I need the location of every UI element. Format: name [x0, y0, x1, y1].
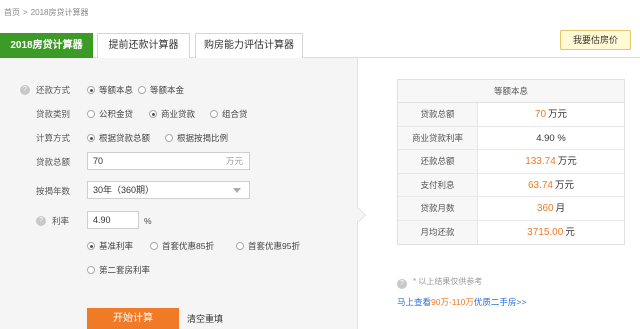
rate-option-first-95[interactable]: 首套优惠95折: [236, 238, 300, 254]
result-label: 还款总额: [398, 150, 478, 173]
breadcrumb-separator: >: [23, 8, 28, 17]
breadcrumb: 首页 >2018房贷计算器: [4, 7, 88, 18]
radio-icon: [165, 134, 173, 142]
calculator-tabs: 2018房贷计算器 提前还款计算器 购房能力评估计算器: [0, 33, 640, 58]
repayment-option-equal-principal[interactable]: 等额本金: [138, 82, 184, 98]
loan-type-option-commercial[interactable]: 商业贷款: [149, 106, 195, 122]
help-icon[interactable]: ?: [36, 216, 46, 226]
loan-years-select[interactable]: 30年（360期）: [87, 181, 250, 199]
result-label: 贷款月数: [398, 197, 478, 220]
rate-options-row-2: 第二套房利率: [0, 262, 358, 278]
calc-method-option-total[interactable]: 根据贷款总额: [87, 130, 150, 146]
result-value: 133.74 万元: [525, 156, 577, 167]
result-row-rate: 商业贷款利率 4.90 %: [398, 126, 624, 150]
breadcrumb-home-link[interactable]: 首页: [4, 8, 20, 17]
result-value: 3715.00 元: [527, 226, 575, 238]
result-label: 商业贷款利率: [398, 126, 478, 149]
rate-row: ? 利率 %: [0, 213, 358, 229]
result-label: 月均还款: [398, 220, 478, 244]
loan-type-option-combined[interactable]: 组合贷: [210, 106, 248, 122]
radio-selected-icon: [87, 86, 95, 94]
result-row-loan-total: 贷款总额 70 万元: [398, 103, 624, 127]
rate-input[interactable]: 4.90: [87, 211, 139, 229]
calc-method-row: 计算方式 根据贷款总额 根据按揭比例: [0, 130, 358, 146]
radio-icon: [236, 242, 244, 250]
result-row-interest: 支付利息 63.74 万元: [398, 173, 624, 197]
result-label: 支付利息: [398, 173, 478, 196]
rate-unit: %: [144, 216, 152, 226]
radio-icon: [87, 110, 95, 118]
repayment-method-row: ? 还款方式 等额本息 等额本金: [0, 82, 358, 98]
loan-years-value: 30年（360期）: [93, 185, 155, 195]
loan-type-option-provident[interactable]: 公积金贷: [87, 106, 133, 122]
rate-value: 4.90: [93, 215, 111, 225]
breadcrumb-current: 2018房贷计算器: [30, 8, 89, 17]
loan-amount-value: 70: [93, 156, 104, 166]
radio-selected-icon: [87, 242, 95, 250]
rate-option-base[interactable]: 基准利率: [87, 238, 133, 254]
result-label: 贷款总额: [398, 103, 478, 126]
result-table: 等额本息 贷款总额 70 万元 商业贷款利率 4.90 % 还款总额 133.74…: [397, 79, 625, 245]
result-value: 4.90 %: [536, 132, 566, 144]
second-hand-listing-link[interactable]: 马上查看90万-110万优质二手房>>: [397, 296, 526, 308]
rate-option-second-home[interactable]: 第二套房利率: [87, 262, 150, 278]
calc-method-option-ratio[interactable]: 根据按揭比例: [165, 130, 228, 146]
result-row-monthly: 月均还款 3715.00 元: [398, 220, 624, 244]
reset-form-link[interactable]: 清空重填: [187, 312, 223, 325]
radio-icon: [210, 110, 218, 118]
loan-type-row: 贷款类别 公积金贷 商业贷款 组合贷: [0, 106, 358, 122]
result-row-repay-total: 还款总额 133.74 万元: [398, 150, 624, 174]
radio-selected-icon: [149, 110, 157, 118]
rate-option-first-85[interactable]: 首套优惠85折: [150, 238, 214, 254]
help-icon[interactable]: ?: [20, 85, 30, 95]
radio-selected-icon: [87, 134, 95, 142]
chevron-down-icon: [233, 188, 241, 193]
repayment-option-equal-installment[interactable]: 等额本息: [87, 82, 133, 98]
radio-icon: [138, 86, 146, 94]
tab-affordability-calculator[interactable]: 购房能力评估计算器: [195, 33, 303, 58]
result-header: 等额本息: [398, 80, 624, 103]
result-row-months: 贷款月数 360 月: [398, 197, 624, 221]
result-value: 360 月: [536, 203, 566, 214]
loan-amount-unit: 万元: [225, 156, 243, 166]
loan-amount-input[interactable]: 70 万元: [87, 152, 250, 170]
tab-prepayment-calculator[interactable]: 提前还款计算器: [97, 33, 190, 58]
radio-icon: [150, 242, 158, 250]
rate-options-row: 基准利率 首套优惠85折 首套优惠95折: [0, 238, 358, 254]
result-value: 70 万元: [534, 109, 568, 120]
help-icon: ?: [397, 279, 407, 289]
start-calculation-button[interactable]: 开始计算: [87, 308, 179, 329]
result-note: ? * 以上结果仅供参考: [397, 276, 482, 289]
estimate-price-button[interactable]: 我要估房价: [560, 30, 631, 50]
tab-mortgage-calculator[interactable]: 2018房贷计算器: [0, 33, 93, 58]
result-value: 63.74 万元: [527, 179, 575, 191]
radio-icon: [87, 266, 95, 274]
